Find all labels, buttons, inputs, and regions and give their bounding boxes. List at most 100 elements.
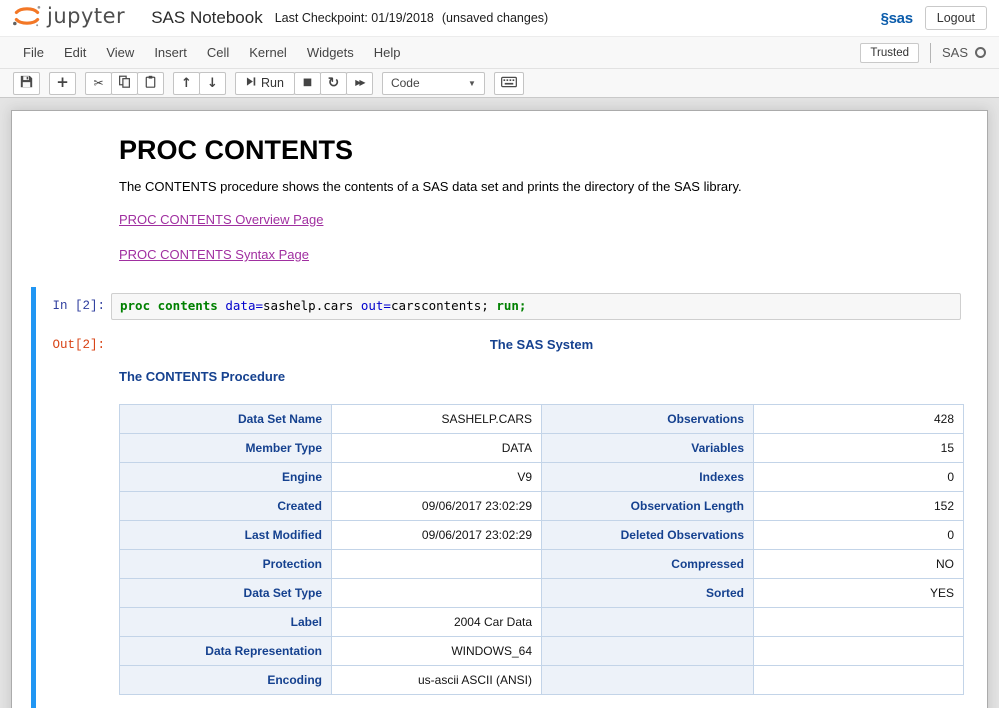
code-token: ; bbox=[481, 298, 496, 313]
copy-cell-button[interactable] bbox=[111, 72, 138, 95]
table-row: Last Modified09/06/2017 23:02:29Deleted … bbox=[120, 521, 964, 550]
menu-list: FileEditViewInsertCellKernelWidgetsHelp bbox=[13, 39, 411, 66]
table-row: Member TypeDATAVariables15 bbox=[120, 434, 964, 463]
floppy-icon bbox=[20, 75, 33, 91]
input-prompt: In [2]: bbox=[36, 293, 111, 313]
restart-kernel-button[interactable]: ↻ bbox=[320, 72, 347, 95]
move-cell-up-button[interactable]: ↑ bbox=[173, 72, 200, 95]
attribute-label: Member Type bbox=[120, 434, 332, 463]
header: jupyter SAS Notebook Last Checkpoint: 01… bbox=[0, 0, 999, 36]
cut-cell-button[interactable]: ✂ bbox=[85, 72, 112, 95]
arrow-up-icon: ↑ bbox=[181, 77, 192, 90]
attribute-value: 428 bbox=[754, 405, 964, 434]
code-token: sashelp.cars bbox=[263, 298, 353, 313]
attribute-label bbox=[542, 666, 754, 695]
markdown-cell[interactable]: PROC CONTENTS The CONTENTS procedure sho… bbox=[31, 121, 963, 287]
attribute-label: Data Representation bbox=[120, 637, 332, 666]
palette-group bbox=[494, 72, 524, 95]
copy-icon bbox=[118, 75, 131, 91]
celltype-group: Code ▼ bbox=[382, 72, 485, 95]
run-label: Run bbox=[261, 76, 284, 90]
notebook-title[interactable]: SAS Notebook bbox=[151, 8, 263, 28]
attribute-value: V9 bbox=[332, 463, 542, 492]
attribute-value: 15 bbox=[754, 434, 964, 463]
restart-run-all-button[interactable]: ▶▶ bbox=[346, 72, 373, 95]
kernel-name: SAS bbox=[942, 45, 968, 60]
kernel-indicator: SAS bbox=[930, 43, 986, 63]
attribute-label: Observation Length bbox=[542, 492, 754, 521]
restart-icon: ↻ bbox=[328, 76, 340, 90]
cell-type-value: Code bbox=[391, 76, 420, 90]
notebook-area: PROC CONTENTS The CONTENTS procedure sho… bbox=[0, 98, 999, 708]
kernel-idle-icon bbox=[975, 47, 986, 58]
move-cell-down-button[interactable]: ↓ bbox=[199, 72, 226, 95]
markdown-content: PROC CONTENTS The CONTENTS procedure sho… bbox=[111, 127, 963, 281]
attribute-label bbox=[542, 637, 754, 666]
attribute-value: 09/06/2017 23:02:29 bbox=[332, 521, 542, 550]
contents-table-body: Data Set NameSASHELP.CARSObservations428… bbox=[120, 405, 964, 695]
attribute-label: Compressed bbox=[542, 550, 754, 579]
move-group: ↑ ↓ bbox=[173, 72, 226, 95]
save-button[interactable] bbox=[13, 72, 40, 95]
markdown-link[interactable]: PROC CONTENTS Overview Page bbox=[119, 212, 323, 227]
menu-edit[interactable]: Edit bbox=[54, 39, 96, 66]
save-group bbox=[13, 72, 40, 95]
checkpoint-text: Last Checkpoint: 01/19/2018 bbox=[275, 11, 434, 25]
sas-logo: §sas bbox=[881, 10, 913, 27]
attribute-value: SASHELP.CARS bbox=[332, 405, 542, 434]
code-input[interactable]: proc contents data=sashelp.cars out=cars… bbox=[111, 293, 961, 320]
table-row: Data RepresentationWINDOWS_64 bbox=[120, 637, 964, 666]
code-token: data= bbox=[225, 298, 263, 313]
code-cell[interactable]: In [2]: proc contents data=sashelp.cars … bbox=[31, 287, 963, 708]
markdown-prompt bbox=[36, 127, 111, 133]
attribute-label: Variables bbox=[542, 434, 754, 463]
menu-cell[interactable]: Cell bbox=[197, 39, 239, 66]
markdown-link[interactable]: PROC CONTENTS Syntax Page bbox=[119, 247, 309, 262]
jupyter-logo[interactable]: jupyter bbox=[12, 3, 125, 34]
output-area: The SAS System The CONTENTS Procedure Da… bbox=[111, 332, 972, 695]
attribute-value: DATA bbox=[332, 434, 542, 463]
md-title: PROC CONTENTS bbox=[119, 135, 955, 166]
code-token: carscontents bbox=[391, 298, 481, 313]
attribute-label: Label bbox=[120, 608, 332, 637]
menu-file[interactable]: File bbox=[13, 39, 54, 66]
add-cell-button[interactable]: + bbox=[49, 72, 76, 95]
attribute-value bbox=[332, 550, 542, 579]
edit-group: ✂ bbox=[85, 72, 164, 95]
attribute-label: Protection bbox=[120, 550, 332, 579]
table-row: EngineV9Indexes0 bbox=[120, 463, 964, 492]
scissors-icon: ✂ bbox=[93, 77, 103, 89]
cell-type-select[interactable]: Code ▼ bbox=[382, 72, 485, 95]
trusted-button[interactable]: Trusted bbox=[860, 43, 919, 63]
attribute-value: NO bbox=[754, 550, 964, 579]
attribute-value bbox=[754, 637, 964, 666]
menu-insert[interactable]: Insert bbox=[144, 39, 197, 66]
attribute-value: 0 bbox=[754, 463, 964, 492]
menu-help[interactable]: Help bbox=[364, 39, 411, 66]
logout-button[interactable]: Logout bbox=[925, 6, 987, 30]
interrupt-kernel-button[interactable]: ■ bbox=[294, 72, 321, 95]
command-palette-button[interactable] bbox=[494, 72, 524, 95]
attribute-value bbox=[754, 666, 964, 695]
attribute-label: Observations bbox=[542, 405, 754, 434]
menu-widgets[interactable]: Widgets bbox=[297, 39, 364, 66]
contents-procedure-title: The CONTENTS Procedure bbox=[119, 369, 964, 384]
menu-view[interactable]: View bbox=[96, 39, 144, 66]
run-group: Run ■ ↻ ▶▶ bbox=[235, 72, 373, 95]
attribute-label: Indexes bbox=[542, 463, 754, 492]
plus-icon: + bbox=[56, 75, 69, 90]
attribute-label: Created bbox=[120, 492, 332, 521]
contents-table: Data Set NameSASHELP.CARSObservations428… bbox=[119, 404, 964, 695]
menubar: FileEditViewInsertCellKernelWidgetsHelp … bbox=[0, 36, 999, 69]
attribute-value: 09/06/2017 23:02:29 bbox=[332, 492, 542, 521]
run-button[interactable]: Run bbox=[235, 72, 295, 95]
paste-cell-button[interactable] bbox=[137, 72, 164, 95]
table-row: Data Set NameSASHELP.CARSObservations428 bbox=[120, 405, 964, 434]
attribute-value: WINDOWS_64 bbox=[332, 637, 542, 666]
markdown-links: PROC CONTENTS Overview Page PROC CONTENTS… bbox=[119, 211, 955, 264]
notebook-container: PROC CONTENTS The CONTENTS procedure sho… bbox=[11, 110, 988, 708]
code-line: proc contents data=sashelp.cars out=cars… bbox=[120, 298, 526, 313]
menu-kernel[interactable]: Kernel bbox=[239, 39, 297, 66]
arrow-down-icon: ↓ bbox=[207, 77, 218, 90]
table-row: Protection CompressedNO bbox=[120, 550, 964, 579]
